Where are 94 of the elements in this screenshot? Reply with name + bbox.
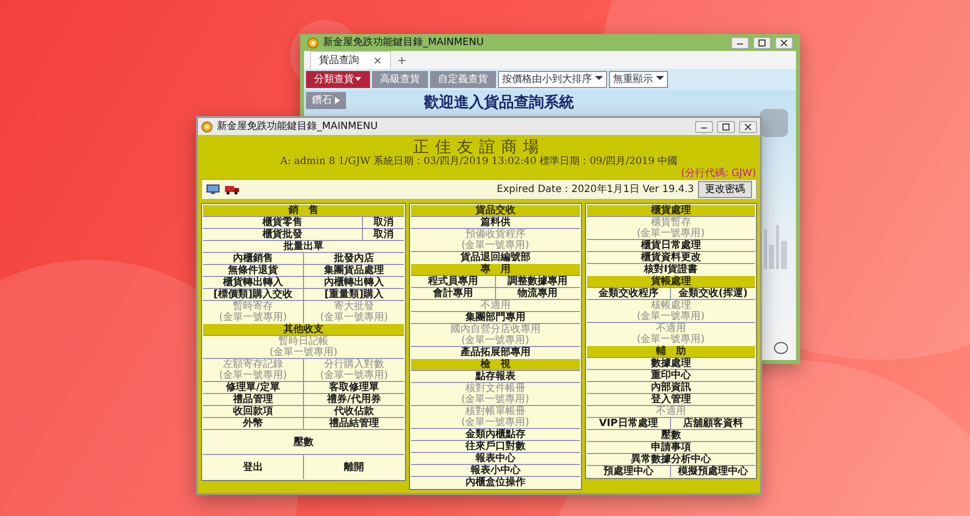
branch-code: (分行代碼: GJW)	[680, 168, 757, 179]
minimize-button[interactable]	[695, 120, 713, 132]
menu-button[interactable]: [標價類]購入交收	[203, 289, 303, 300]
menu-button[interactable]: 內櫃盒位操作	[411, 477, 580, 488]
menu-button[interactable]: 往來戶口對數	[411, 441, 580, 452]
menu-button[interactable]: 收回款項	[203, 406, 303, 417]
menu-button[interactable]: 批發內店	[304, 253, 404, 264]
menu-button[interactable]: 櫃貨日常處理	[586, 240, 755, 251]
menu-button[interactable]: 調整數據專用	[496, 276, 580, 287]
window-title: 新金屋免跌功能鍵目錄_MAINMENU	[217, 120, 378, 134]
maximize-button[interactable]	[717, 120, 735, 132]
section-header: 銷 售	[203, 205, 404, 216]
menu-button[interactable]: 櫃貨資料更改	[586, 252, 755, 263]
menu-button[interactable]: 批量出單	[203, 241, 404, 252]
section-header: 櫃貨處理	[586, 205, 755, 216]
menu-button[interactable]: VIP日常處理	[586, 418, 670, 429]
menu-button[interactable]: 異常數據分析中心	[586, 454, 755, 465]
menu-button[interactable]: 禮券/代用券	[304, 394, 404, 405]
menu-button[interactable]: 點存報表	[411, 371, 580, 382]
menu-button[interactable]: 壓數	[586, 430, 755, 441]
tab[interactable]: 貨品查詢 ×	[310, 51, 392, 69]
change-password-button[interactable]: 更改密碼	[698, 181, 752, 198]
section-header: 貨品交收	[411, 205, 580, 216]
menu-button[interactable]: 報表中心	[411, 453, 580, 464]
circle-button[interactable]	[774, 342, 788, 354]
select-field[interactable]: 無重顯示	[609, 71, 668, 88]
menu-button[interactable]: 模擬預處理中心	[671, 466, 755, 477]
menu-button[interactable]: 壓數	[203, 430, 404, 454]
menu-button[interactable]: 貨品退回編號部	[411, 252, 580, 263]
menu-button[interactable]: [重量類]購入	[304, 289, 404, 300]
caret-icon	[354, 76, 362, 82]
menu-button[interactable]: 金類交收程序	[586, 288, 670, 299]
truck-icon	[224, 184, 240, 195]
menu-button[interactable]: 取消	[362, 217, 404, 228]
menu-button[interactable]: 產品拓展部專用	[411, 347, 580, 358]
menu-button[interactable]: 離開	[304, 455, 404, 479]
menu-button[interactable]: 櫃貨轉出轉入	[203, 277, 303, 288]
menu-button[interactable]: 禮品結管理	[304, 418, 404, 429]
menu-button[interactable]: 金類交收(挥運)	[671, 288, 755, 299]
nav-button[interactable]: 分類查貨	[306, 71, 370, 88]
close-button[interactable]	[739, 120, 757, 132]
close-icon	[742, 122, 754, 132]
minimize-button[interactable]	[731, 36, 749, 48]
menu-button[interactable]: 數據處理	[586, 358, 755, 369]
menu-button[interactable]: 修理單/定單	[203, 382, 303, 393]
menu-button[interactable]: 櫃貨零售	[203, 217, 362, 228]
menu-button[interactable]: 金類內櫃點存	[411, 429, 580, 440]
menu-button[interactable]: 外幣	[203, 418, 303, 429]
app-icon	[201, 120, 213, 132]
menu-button[interactable]: 內部資訊	[586, 382, 755, 393]
maximize-icon	[720, 122, 732, 132]
menu-button[interactable]: 重印中心	[586, 370, 755, 381]
company-name: 正佳友誼商場	[413, 137, 545, 156]
section-header: 貨帳處理	[586, 276, 755, 287]
banner-text: 歡迎進入貨品查詢系統	[424, 92, 574, 113]
section-header: 專 用	[411, 264, 580, 275]
menu-button[interactable]: 客取修理單	[304, 382, 404, 393]
menu-button[interactable]: 程式員專用	[411, 276, 495, 287]
menu-button[interactable]: 集團部門專用	[411, 312, 580, 323]
menu-button[interactable]: 篇料供	[411, 217, 580, 228]
close-tab-button[interactable]: ×	[373, 55, 382, 66]
close-button[interactable]	[775, 36, 793, 48]
menu-button[interactable]: 物流專用	[496, 288, 580, 299]
tab-label: 貨品查詢	[319, 54, 359, 68]
caret-icon	[335, 96, 340, 104]
section-header: 其他收支	[203, 324, 404, 335]
menu-button[interactable]: 登出	[203, 455, 303, 479]
section-header: 輔 助	[586, 346, 755, 357]
menu-button[interactable]: 店舖顧客資料	[671, 418, 755, 429]
window-title: 新金屋免跌功能鍵目錄_MAINMENU	[323, 36, 484, 50]
session-info: A: admin 8 1/GJW 系統日期：03/四月/2019 13:02:40 標準日期：09/四月/2019 中國	[279, 156, 679, 168]
maximize-icon	[756, 38, 768, 48]
expiry-text: Expired Date : 2020年1月1日 Ver 19.4.3	[496, 183, 694, 197]
maximize-button[interactable]	[753, 36, 771, 48]
menu-button[interactable]: 內櫃轉出轉入	[304, 277, 404, 288]
select-field[interactable]: 按價格由小到大排序	[498, 71, 607, 88]
menu-button[interactable]: 取消	[362, 229, 404, 240]
menu-button[interactable]: 預處理中心	[586, 466, 670, 477]
menu-button[interactable]: 無條件退貨	[203, 265, 303, 276]
section-header: 檢 視	[411, 359, 580, 370]
menu-button[interactable]: 報表小中心	[411, 465, 580, 476]
menu-button[interactable]: 核對I貨證書	[586, 264, 755, 275]
menu-button[interactable]: 申請事項	[586, 442, 755, 453]
menu-button[interactable]: 內櫃銷售	[203, 253, 303, 264]
close-icon	[778, 38, 790, 48]
menu-button[interactable]: 登入管理	[586, 394, 755, 405]
menu-button[interactable]: 代收佔款	[304, 406, 404, 417]
menu-button[interactable]: 櫃貨批發	[203, 229, 362, 240]
new-tab-button[interactable]: +	[397, 54, 406, 66]
app-icon	[307, 36, 319, 48]
menu-button[interactable]: 會計專用	[411, 288, 495, 299]
monitor-icon	[206, 184, 220, 195]
menu-button[interactable]: 禮品管理	[203, 394, 303, 405]
menu-button[interactable]: 集團貨品處理	[304, 265, 404, 276]
